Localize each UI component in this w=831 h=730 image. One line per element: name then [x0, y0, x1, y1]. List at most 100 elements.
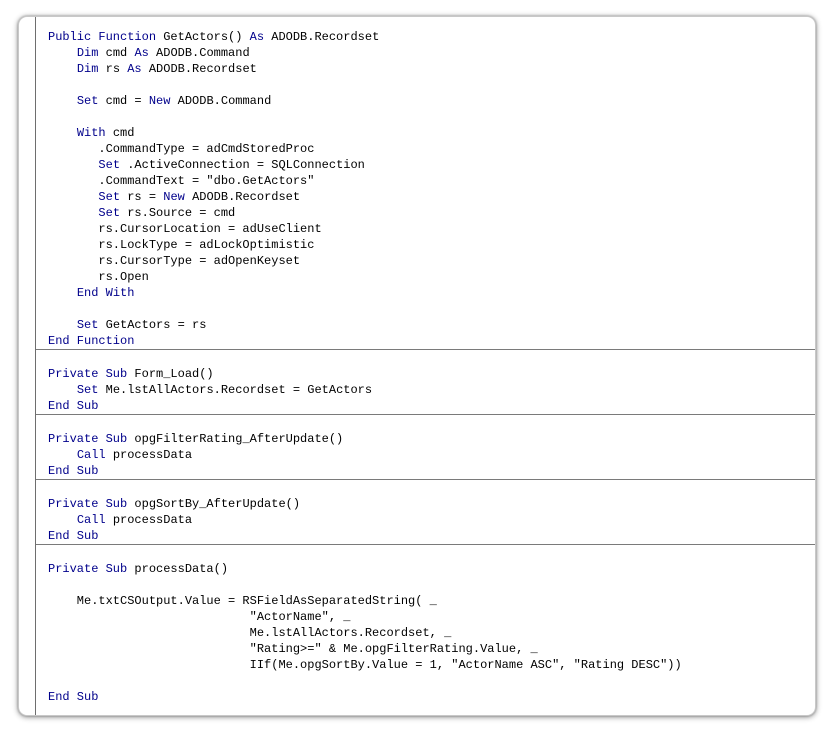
code-line[interactable]: [36, 415, 815, 431]
procedure-block: Private Sub Form_Load() Set Me.lstAllAct…: [36, 350, 815, 415]
code-line[interactable]: Set rs.Source = cmd: [36, 205, 815, 221]
code-line[interactable]: End Sub: [36, 689, 815, 705]
code-line[interactable]: rs.CursorLocation = adUseClient: [36, 221, 815, 237]
code-token: Form_Load(): [134, 367, 214, 381]
code-token: .ActiveConnection = SQLConnection: [127, 158, 365, 172]
code-token: ADODB.Recordset: [192, 190, 301, 204]
code-line[interactable]: [36, 673, 815, 689]
code-token: .CommandText = "dbo.GetActors": [48, 174, 315, 188]
code-line[interactable]: Public Function GetActors() As ADODB.Rec…: [36, 29, 815, 45]
code-line[interactable]: [36, 301, 815, 317]
code-line[interactable]: [36, 77, 815, 93]
procedure-block: Private Sub processData() Me.txtCSOutput…: [36, 545, 815, 705]
code-line[interactable]: rs.Open: [36, 269, 815, 285]
keyword-token: Private Sub: [48, 497, 135, 511]
keyword-token: With: [76, 126, 113, 140]
code-line[interactable]: End Sub: [36, 528, 815, 544]
keyword-token: Set: [98, 206, 128, 220]
code-line[interactable]: .CommandType = adCmdStoredProc: [36, 141, 815, 157]
code-token: "ActorName", _: [48, 610, 351, 624]
keyword-token: New: [148, 94, 178, 108]
code-token: cmd: [105, 46, 135, 60]
code-token: .CommandType = adCmdStoredProc: [48, 142, 315, 156]
code-token: processData: [112, 513, 193, 527]
code-line[interactable]: "ActorName", _: [36, 609, 815, 625]
code-line[interactable]: .CommandText = "dbo.GetActors": [36, 173, 815, 189]
code-line[interactable]: End Function: [36, 333, 815, 349]
code-line[interactable]: Set GetActors = rs: [36, 317, 815, 333]
code-token: Me.lstAllActors.Recordset = GetActors: [105, 383, 373, 397]
code-token: opgSortBy_AfterUpdate(): [134, 497, 301, 511]
code-line[interactable]: Call processData: [36, 447, 815, 463]
keyword-token: New: [163, 190, 193, 204]
keyword-token: Set: [76, 383, 106, 397]
code-line[interactable]: Set cmd = New ADODB.Command: [36, 93, 815, 109]
code-line[interactable]: Private Sub opgSortBy_AfterUpdate(): [36, 496, 815, 512]
keyword-token: End With: [76, 286, 135, 300]
code-line[interactable]: Dim rs As ADODB.Recordset: [36, 61, 815, 77]
code-token: rs.CursorLocation = adUseClient: [48, 222, 322, 236]
keyword-token: As: [249, 30, 272, 44]
code-token: cmd =: [105, 94, 149, 108]
code-token: rs.Source = cmd: [127, 206, 236, 220]
keyword-token: Private Sub: [48, 562, 135, 576]
code-line[interactable]: [36, 350, 815, 366]
procedure-block: Private Sub opgFilterRating_AfterUpdate(…: [36, 415, 815, 480]
code-token: rs.LockType = adLockOptimistic: [48, 238, 315, 252]
keyword-token: End Sub: [48, 464, 99, 478]
keyword-token: Public Function: [48, 30, 164, 44]
code-line[interactable]: Call processData: [36, 512, 815, 528]
code-line[interactable]: Set Me.lstAllActors.Recordset = GetActor…: [36, 382, 815, 398]
code-line[interactable]: [36, 577, 815, 593]
code-token: cmd: [112, 126, 135, 140]
code-line[interactable]: Set .ActiveConnection = SQLConnection: [36, 157, 815, 173]
code-token: ADODB.Recordset: [148, 62, 257, 76]
code-line[interactable]: Me.lstAllActors.Recordset, _: [36, 625, 815, 641]
code-line[interactable]: Set rs = New ADODB.Recordset: [36, 189, 815, 205]
code-token: GetActors = rs: [105, 318, 207, 332]
keyword-token: End Sub: [48, 690, 99, 704]
code-token: processData: [112, 448, 193, 462]
code-line[interactable]: [36, 480, 815, 496]
keyword-token: End Sub: [48, 529, 99, 543]
code-line[interactable]: [36, 109, 815, 125]
code-line[interactable]: End With: [36, 285, 815, 301]
code-line[interactable]: Private Sub opgFilterRating_AfterUpdate(…: [36, 431, 815, 447]
code-line[interactable]: Private Sub Form_Load(): [36, 366, 815, 382]
code-editor[interactable]: Public Function GetActors() As ADODB.Rec…: [36, 29, 815, 705]
keyword-token: Call: [76, 448, 113, 462]
code-line[interactable]: IIf(Me.opgSortBy.Value = 1, "ActorName A…: [36, 657, 815, 673]
code-line[interactable]: Private Sub processData(): [36, 561, 815, 577]
code-line[interactable]: rs.LockType = adLockOptimistic: [36, 237, 815, 253]
code-token: ADODB.Command: [177, 94, 272, 108]
keyword-token: Set: [98, 158, 128, 172]
code-line[interactable]: Dim cmd As ADODB.Command: [36, 45, 815, 61]
code-line[interactable]: Me.txtCSOutput.Value = RSFieldAsSeparate…: [36, 593, 815, 609]
keyword-token: As: [134, 46, 157, 60]
code-line[interactable]: rs.CursorType = adOpenKeyset: [36, 253, 815, 269]
code-token: GetActors(): [163, 30, 250, 44]
code-token: rs.CursorType = adOpenKeyset: [48, 254, 301, 268]
keyword-token: Set: [98, 190, 128, 204]
code-token: rs =: [127, 190, 164, 204]
code-line[interactable]: End Sub: [36, 463, 815, 479]
code-line[interactable]: "Rating>=" & Me.opgFilterRating.Value, _: [36, 641, 815, 657]
code-line[interactable]: With cmd: [36, 125, 815, 141]
keyword-token: End Function: [48, 334, 135, 348]
code-token: rs: [105, 62, 128, 76]
code-line[interactable]: [36, 545, 815, 561]
code-token: ADODB.Command: [156, 46, 250, 60]
code-line[interactable]: End Sub: [36, 398, 815, 414]
keyword-token: As: [127, 62, 149, 76]
keyword-token: Dim: [76, 62, 106, 76]
